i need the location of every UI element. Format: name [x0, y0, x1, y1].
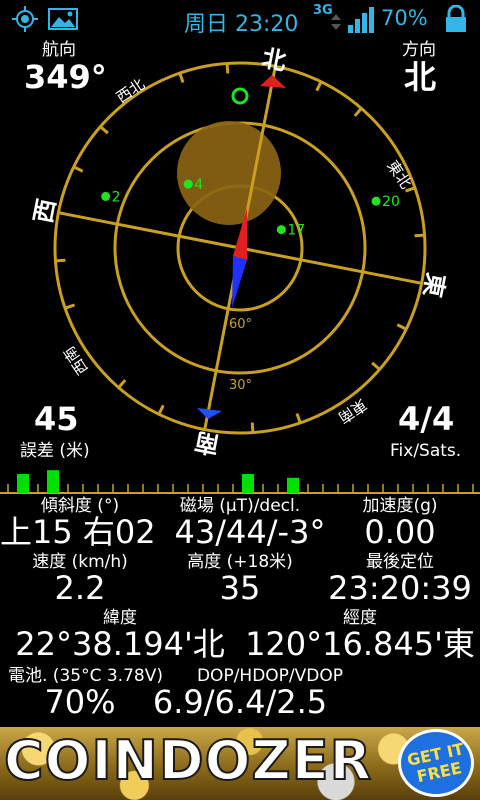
speed-value: 2.2: [54, 569, 106, 607]
fix-label: Fix/Sats.: [390, 441, 462, 461]
elevation-label-60: 60°: [229, 317, 252, 332]
compass-tick: [404, 186, 416, 193]
accuracy-area: [177, 121, 281, 225]
signal-bar: [47, 470, 59, 493]
ad-title: COINDOZER: [3, 728, 373, 793]
cardinal-west: 西: [29, 197, 61, 226]
signal-strength-icon: [348, 7, 376, 37]
cardinal-north: 北: [260, 44, 289, 76]
north-marker: [260, 75, 286, 88]
accuracy-label: 誤差 (米): [20, 441, 90, 461]
network-type: 3G: [313, 3, 333, 18]
compass-tick: [371, 361, 381, 371]
intercardinal-sw: 西南: [60, 343, 92, 378]
data-panel: 傾斜度 (°) 磁場 (µT)/decl. 加速度(g) 上15 右02 43/…: [0, 496, 480, 727]
signal-bar: [17, 474, 29, 493]
fix-value: 4/4: [398, 400, 455, 438]
satellite-dot: [276, 225, 286, 235]
heading-value: 349°: [24, 58, 107, 96]
satellite-dot: [183, 179, 193, 189]
compass-tick: [64, 303, 76, 310]
satellite-signal-bars: [0, 470, 480, 494]
heading-label: 航向: [42, 40, 76, 60]
mag-value: 43/44/-3°: [174, 513, 326, 551]
compass-tick: [250, 422, 255, 433]
battery-value: 70%: [44, 683, 116, 721]
altitude-value: 35: [219, 569, 261, 607]
gallery-icon: [48, 6, 78, 36]
satellite-label: 2: [112, 189, 121, 205]
target-marker: [231, 87, 249, 105]
status-time: 周日 23:20: [184, 12, 299, 37]
direction-label: 方向: [402, 40, 436, 60]
compass-tick: [99, 125, 109, 135]
compass-tick: [353, 107, 363, 117]
satellite-label: 17: [287, 223, 305, 239]
compass-tick: [225, 63, 230, 74]
intercardinal-ne: 東北: [383, 157, 415, 192]
latitude-value: 22°38.194'北: [15, 625, 225, 663]
satellite-dot: [371, 196, 381, 206]
compass-tick: [55, 258, 66, 263]
compass-view[interactable]: 60° 30° 北 東 南 西 西北 東北 東南 西南 2 4 17 20 航向 34…: [0, 38, 480, 470]
satellite-label: 20: [382, 194, 400, 210]
status-bar: 周日 23:20 3G 70%: [0, 0, 480, 38]
compass-tick: [73, 165, 84, 173]
ad-cta-label: GET IT FREE: [405, 739, 466, 787]
compass-tick: [315, 81, 323, 92]
compass-tick: [178, 72, 185, 84]
cardinal-south: 南: [193, 427, 222, 459]
data-arrows-icon: [331, 14, 341, 34]
signal-bar: [242, 474, 254, 493]
compass-needle-south: [232, 256, 247, 308]
cardinal-east: 東: [418, 271, 450, 300]
ad-cta-button[interactable]: GET IT FREE: [398, 729, 474, 797]
elevation-label-30: 30°: [229, 378, 252, 393]
compass-tick: [295, 412, 302, 424]
ad-banner[interactable]: COINDOZER GET IT FREE: [0, 727, 480, 800]
last-fix-value: 23:20:39: [328, 569, 472, 607]
lock-icon: [444, 4, 468, 37]
gps-icon: [10, 6, 40, 36]
compass-tick: [117, 379, 127, 389]
accuracy-value: 45: [34, 400, 79, 438]
compass-tick: [414, 233, 425, 238]
accel-value: 0.00: [364, 513, 436, 551]
intercardinal-se: 東南: [335, 395, 370, 427]
battery-text: 70%: [381, 6, 428, 30]
signal-bar: [287, 477, 299, 493]
south-marker: [197, 408, 222, 419]
longitude-value: 120°16.845'東: [245, 625, 475, 663]
intercardinal-nw: 西北: [113, 75, 148, 107]
direction-value: 北: [404, 58, 437, 96]
compass-tick: [157, 404, 165, 415]
compass-tick: [396, 323, 407, 331]
dop-value: 6.9/6.4/2.5: [152, 683, 328, 721]
satellite-label: 4: [194, 177, 203, 193]
satellite-dot: [101, 191, 111, 201]
